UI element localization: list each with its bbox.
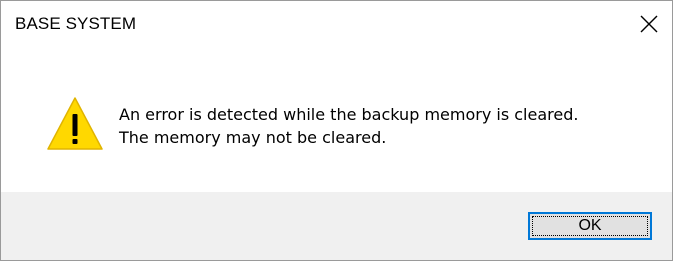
close-button[interactable] bbox=[626, 1, 672, 47]
close-icon bbox=[640, 15, 658, 33]
window-title: BASE SYSTEM bbox=[15, 14, 137, 33]
error-message: An error is detected while the backup me… bbox=[119, 103, 578, 149]
warning-icon bbox=[47, 97, 103, 150]
error-dialog: BASE SYSTEM An error is detected while t… bbox=[0, 0, 673, 261]
focus-indicator bbox=[532, 216, 648, 236]
message-line-1: An error is detected while the backup me… bbox=[119, 105, 579, 124]
ok-button[interactable]: OK bbox=[528, 212, 652, 240]
dialog-content: An error is detected while the backup me… bbox=[1, 47, 672, 192]
title-bar[interactable]: BASE SYSTEM bbox=[1, 1, 672, 47]
message-line-2: The memory may not be cleared. bbox=[119, 128, 387, 147]
button-bar: OK bbox=[1, 192, 672, 260]
